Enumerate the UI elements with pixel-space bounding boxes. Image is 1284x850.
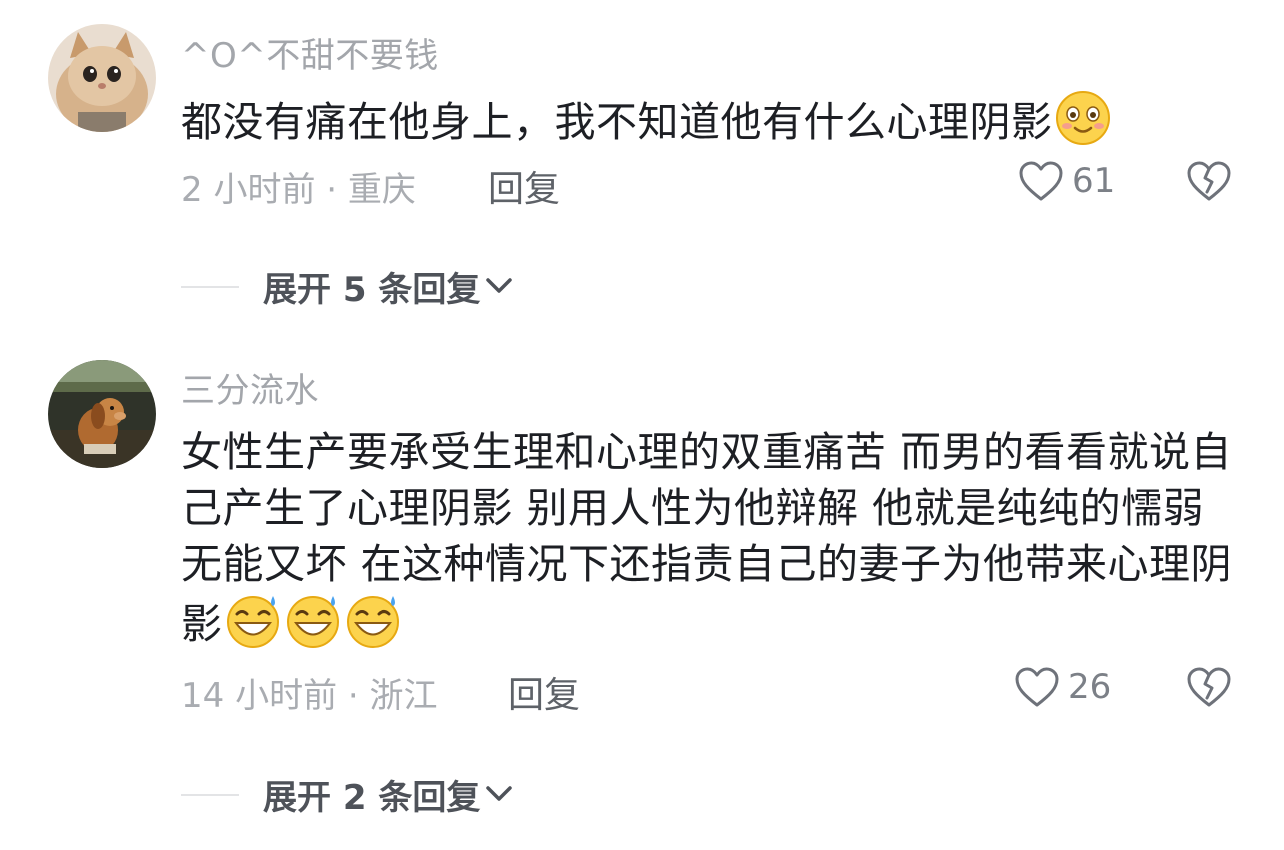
divider-line bbox=[181, 285, 239, 288]
kitten-avatar-image bbox=[48, 24, 156, 132]
grinning-sweat-emoji bbox=[345, 592, 403, 662]
chevron-down-icon bbox=[484, 782, 514, 808]
comment-body: 都没有痛在他身上，我不知道他有什么心理阴影 bbox=[181, 98, 1053, 146]
dislike-button[interactable] bbox=[1186, 666, 1232, 712]
dislike-button[interactable] bbox=[1186, 160, 1232, 206]
reply-button[interactable]: 回复 bbox=[508, 666, 580, 718]
heart-outline-icon bbox=[1015, 667, 1059, 707]
expand-replies-button[interactable]: 展开 5 条回复 bbox=[181, 262, 514, 311]
comment-meta: 14 小时前 · 浙江 bbox=[181, 676, 438, 716]
divider-line bbox=[181, 793, 239, 796]
broken-heart-icon bbox=[1187, 667, 1231, 707]
expand-replies-button[interactable]: 展开 2 条回复 bbox=[181, 770, 514, 819]
comment-meta: 2 小时前 · 重庆 bbox=[181, 170, 416, 210]
comment-list: ^O^不甜不要钱 都没有痛在他身上，我不知道他有什么心理阴影 2 小时前 · 重… bbox=[0, 0, 1284, 850]
username[interactable]: ^O^不甜不要钱 bbox=[181, 28, 439, 77]
grinning-sweat-emoji bbox=[285, 592, 343, 662]
like-count: 26 bbox=[1068, 667, 1112, 707]
avatar[interactable] bbox=[48, 24, 156, 132]
username[interactable]: 三分流水 bbox=[181, 363, 319, 412]
avatar[interactable] bbox=[48, 360, 156, 468]
blushing-smile-emoji bbox=[1055, 90, 1111, 160]
heart-outline-icon bbox=[1019, 161, 1063, 201]
grinning-sweat-emoji bbox=[225, 592, 283, 662]
dog-figurine-avatar-image bbox=[48, 360, 156, 468]
comment-text: 女性生产要承受生理和心理的双重痛苦 而男的看看就说自己产生了心理阴影 别用人性为… bbox=[181, 424, 1241, 662]
chevron-down-icon bbox=[484, 274, 514, 300]
comment-text: 都没有痛在他身上，我不知道他有什么心理阴影 bbox=[181, 90, 1241, 160]
like-count: 61 bbox=[1072, 161, 1116, 201]
reply-button[interactable]: 回复 bbox=[488, 160, 560, 212]
like-button[interactable]: 61 bbox=[1018, 160, 1115, 202]
broken-heart-icon bbox=[1187, 161, 1231, 201]
expand-replies-label: 展开 2 条回复 bbox=[263, 778, 481, 818]
like-button[interactable]: 26 bbox=[1014, 666, 1111, 708]
expand-replies-label: 展开 5 条回复 bbox=[263, 270, 481, 310]
